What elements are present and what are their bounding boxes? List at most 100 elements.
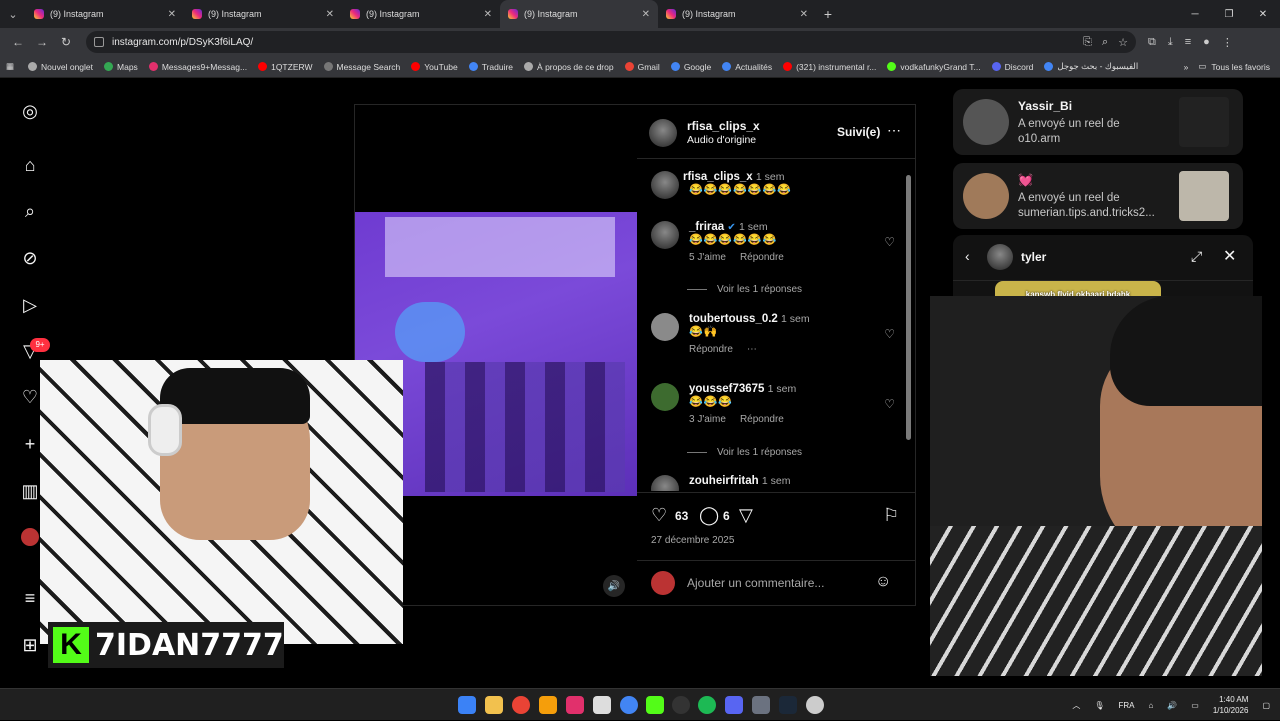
chrome-icon[interactable] bbox=[512, 696, 530, 714]
tray-chevron-icon[interactable]: ︿ bbox=[1072, 700, 1080, 711]
reload-icon[interactable]: ↻ bbox=[54, 35, 78, 49]
profile-avatar[interactable]: ● bbox=[1203, 36, 1210, 49]
bookmark[interactable]: Google bbox=[670, 62, 711, 72]
notifications-heart-icon[interactable]: ♡ bbox=[18, 385, 42, 409]
commenter-avatar[interactable] bbox=[651, 383, 679, 411]
commenter-avatar[interactable] bbox=[651, 313, 679, 341]
tab-close-icon[interactable]: ✕ bbox=[800, 9, 808, 20]
microphone-icon[interactable]: 🎙 bbox=[1094, 701, 1104, 710]
comment-input[interactable]: Ajouter un commentaire... bbox=[687, 576, 824, 590]
restore-icon[interactable]: ❐ bbox=[1212, 0, 1246, 28]
expand-icon[interactable]: ⤢ bbox=[1191, 248, 1202, 265]
also-from-meta-icon[interactable]: ⊞ bbox=[18, 633, 42, 657]
tab-close-icon[interactable]: ✕ bbox=[168, 9, 176, 20]
app-icon[interactable] bbox=[752, 696, 770, 714]
audio-label[interactable]: Audio d'origine bbox=[687, 134, 756, 146]
chat-username[interactable]: tyler bbox=[1021, 250, 1046, 264]
like-comment-icon[interactable]: ♡ bbox=[884, 327, 895, 341]
comment-username[interactable]: rfisa_clips_x bbox=[683, 171, 753, 183]
tab-close-icon[interactable]: ✕ bbox=[642, 9, 650, 20]
author-avatar[interactable] bbox=[651, 171, 679, 199]
instagram-icon[interactable] bbox=[566, 696, 584, 714]
reply-button[interactable]: Répondre bbox=[689, 344, 733, 355]
downloads-icon[interactable]: ⤓ bbox=[1168, 36, 1173, 49]
battery-icon[interactable]: ▭ bbox=[1191, 701, 1199, 710]
address-bar[interactable]: instagram.com/p/DSyK3f6iLAQ/ ⎘ ⌕ ☆ bbox=[86, 31, 1136, 53]
bookmark[interactable]: Nouvel onglet bbox=[28, 62, 93, 72]
instagram-logo-icon[interactable]: ◎ bbox=[18, 99, 42, 123]
reply-button[interactable]: Répondre bbox=[740, 252, 784, 263]
comment-username[interactable]: zouheirfritah bbox=[689, 475, 759, 487]
comment-username[interactable]: _friraa bbox=[689, 221, 724, 233]
bookmark[interactable]: Message Search bbox=[323, 62, 400, 72]
bookmark-star-icon[interactable]: ☆ bbox=[1118, 36, 1128, 49]
start-icon[interactable] bbox=[458, 696, 476, 714]
tab-close-icon[interactable]: ✕ bbox=[326, 9, 334, 20]
comment-likes[interactable]: 5 J'aime bbox=[689, 252, 726, 263]
more-bookmarks-icon[interactable]: » bbox=[1184, 62, 1189, 72]
clock[interactable]: 1:40 AM 1/10/2026 bbox=[1213, 694, 1249, 716]
commenter-avatar[interactable] bbox=[651, 475, 679, 491]
comment-more-icon[interactable]: ⋯ bbox=[747, 344, 757, 355]
like-count[interactable]: 63 bbox=[675, 509, 688, 523]
bookmark[interactable]: Actualités bbox=[722, 62, 772, 72]
bookmark[interactable]: Gmail bbox=[624, 62, 660, 72]
window-close-icon[interactable]: ✕ bbox=[1246, 0, 1280, 28]
reels-icon[interactable]: ▷ bbox=[18, 293, 42, 317]
save-bookmark-icon[interactable]: ⚐ bbox=[883, 505, 899, 526]
site-info-icon[interactable] bbox=[94, 37, 104, 47]
bookmark[interactable]: vodkafunkyGrand T... bbox=[887, 62, 981, 72]
bookmark[interactable]: À propos de ce drop bbox=[524, 62, 614, 72]
browser-tab-active[interactable]: (9) Instagram ✕ bbox=[500, 0, 658, 28]
kick-app-icon[interactable] bbox=[646, 696, 664, 714]
pen-app-icon[interactable] bbox=[593, 696, 611, 714]
bookmark[interactable]: 1QTZERW bbox=[258, 62, 313, 72]
back-icon[interactable]: ← bbox=[6, 35, 30, 49]
like-heart-icon[interactable]: ♡ bbox=[651, 505, 667, 526]
bookmark[interactable]: (321) instrumental r... bbox=[783, 62, 876, 72]
file-explorer-icon[interactable] bbox=[485, 696, 503, 714]
browser-tab[interactable]: (9) Instagram ✕ bbox=[658, 0, 816, 28]
new-tab-icon[interactable]: + bbox=[816, 6, 840, 22]
create-icon[interactable]: + bbox=[18, 432, 42, 456]
browser-tab[interactable]: (9) Instagram ✕ bbox=[342, 0, 500, 28]
bookmark[interactable]: YouTube bbox=[411, 62, 458, 72]
tab-close-icon[interactable]: ✕ bbox=[484, 9, 492, 20]
emoji-icon[interactable]: ☺ bbox=[875, 573, 891, 591]
notifications-icon[interactable]: ▢ bbox=[1262, 701, 1270, 710]
like-comment-icon[interactable]: ♡ bbox=[884, 397, 895, 411]
bookmark[interactable]: Maps bbox=[104, 62, 138, 72]
reply-button[interactable]: Répondre bbox=[740, 414, 784, 425]
apps-icon[interactable]: ▦ bbox=[6, 61, 14, 72]
media-icon[interactable]: ≡ bbox=[1185, 36, 1191, 49]
tab-search-icon[interactable]: ⌄ bbox=[0, 0, 26, 28]
dashboard-icon[interactable]: ▥ bbox=[18, 479, 42, 503]
message-card[interactable]: Yassir_Bi A envoyé un reel de o10.arm bbox=[953, 89, 1243, 155]
author-username[interactable]: rfisa_clips_x bbox=[687, 119, 760, 133]
forward-icon[interactable]: → bbox=[30, 35, 54, 49]
mute-icon[interactable]: 🔊 bbox=[603, 575, 625, 597]
explore-icon[interactable]: ⊘ bbox=[18, 246, 42, 270]
search-icon[interactable]: ⌕ bbox=[18, 199, 42, 223]
app-icon[interactable] bbox=[539, 696, 557, 714]
profile-avatar[interactable] bbox=[18, 525, 42, 549]
comment-username[interactable]: toubertouss_0.2 bbox=[689, 313, 778, 325]
xbox-icon[interactable] bbox=[806, 696, 824, 714]
comment-username[interactable]: youssef73675 bbox=[689, 383, 764, 395]
scrollbar-thumb[interactable] bbox=[906, 175, 911, 440]
all-favorites[interactable]: ▭ Tous les favoris bbox=[1198, 61, 1270, 72]
comments-scrollbar[interactable] bbox=[906, 161, 911, 491]
message-card[interactable]: 💓 A envoyé un reel de sumerian.tips.and.… bbox=[953, 163, 1243, 229]
spotify-icon[interactable] bbox=[698, 696, 716, 714]
volume-icon[interactable]: 🔊 bbox=[1167, 701, 1177, 710]
zoom-icon[interactable]: ⌕ bbox=[1102, 36, 1108, 49]
extensions-icon[interactable]: ⧉ bbox=[1148, 36, 1156, 49]
home-icon[interactable]: ⌂ bbox=[18, 153, 42, 177]
like-comment-icon[interactable]: ♡ bbox=[884, 235, 895, 249]
view-replies[interactable]: Voir les 1 réponses bbox=[687, 284, 802, 295]
browser-tab[interactable]: (9) Instagram ✕ bbox=[26, 0, 184, 28]
discord-icon[interactable] bbox=[725, 696, 743, 714]
obs-icon[interactable] bbox=[672, 696, 690, 714]
follow-button[interactable]: Suivi(e) bbox=[837, 125, 880, 139]
comment-likes[interactable]: 3 J'aime bbox=[689, 414, 726, 425]
